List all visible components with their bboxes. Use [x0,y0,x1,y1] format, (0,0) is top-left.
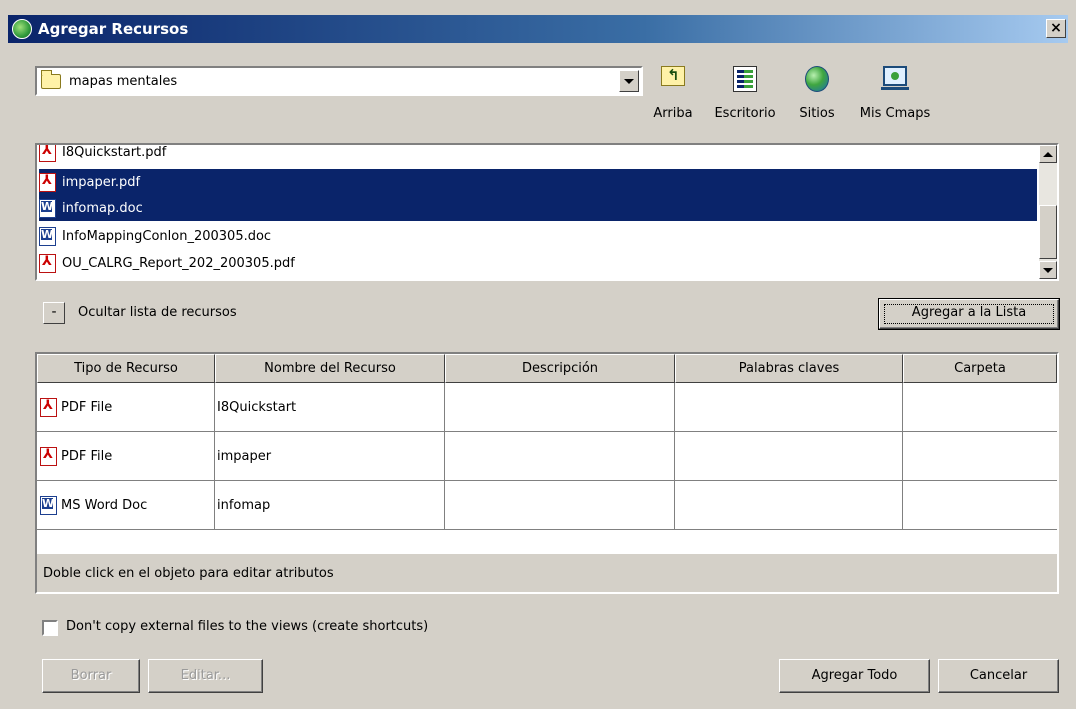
table-row[interactable]: PDF File impaper [37,432,1057,481]
column-header-keywords[interactable]: Palabras claves [675,354,903,383]
column-header-folder[interactable]: Carpeta [903,354,1057,383]
edit-button[interactable]: Editar... [148,659,263,693]
file-name: OU_CALRG_Report_202_200305.pdf [62,255,295,271]
file-name: InfoMappingConlon_200305.doc [62,228,272,244]
folder-up-icon [661,66,685,86]
location-combobox[interactable]: mapas mentales [35,66,643,96]
toolbar-sites-label: Sitios [799,106,835,121]
file-list[interactable]: I8Quickstart.pdf impaper.pdf infomap.doc… [35,143,1059,281]
title-bar[interactable]: Agregar Recursos × [8,15,1068,43]
cell-type: PDF File [37,383,215,432]
scroll-down-button[interactable] [1039,261,1057,279]
file-name: impaper.pdf [62,174,141,190]
create-shortcuts-checkbox[interactable] [42,620,58,636]
toolbar-desktop-button[interactable]: Escritorio [714,66,776,121]
cmap-app-icon [12,19,32,39]
add-to-list-button[interactable]: Agregar a la Lista [878,298,1060,330]
table-row[interactable]: PDF File I8Quickstart [37,383,1057,432]
word-file-icon [39,226,56,246]
toolbar-mycmaps-button[interactable]: Mis Cmaps [860,66,930,121]
toolbar-up-label: Arriba [653,106,693,121]
cell-folder [903,383,1057,432]
window-title: Agregar Recursos [38,20,189,38]
hide-list-toggle[interactable]: - [43,302,65,324]
pdf-file-icon [39,145,56,162]
toolbar-sites-button[interactable]: Sitios [799,66,835,121]
file-item[interactable]: OU_CALRG_Report_202_200305.pdf [39,250,1037,276]
combobox-dropdown-button[interactable] [619,70,639,92]
chevron-down-icon [624,78,634,84]
pdf-file-icon [40,446,57,466]
file-item[interactable]: I8Quickstart.pdf [39,144,1037,165]
resource-type: PDF File [61,448,113,464]
create-shortcuts-label[interactable]: Don't copy external files to the views (… [66,619,428,634]
toolbar-mycmaps-label: Mis Cmaps [859,106,931,121]
add-resources-dialog: Agregar Recursos × mapas mentales Arriba… [0,0,1076,709]
scroll-thumb[interactable] [1039,205,1057,259]
delete-button[interactable]: Borrar [42,659,140,693]
table-header: Tipo de Recurso Nombre del Recurso Descr… [37,354,1057,383]
column-header-description[interactable]: Descripción [445,354,675,383]
file-item[interactable]: infomap.doc [39,195,1037,221]
word-file-icon [39,198,56,218]
file-name: I8Quickstart.pdf [62,144,167,160]
resource-table: Tipo de Recurso Nombre del Recurso Descr… [35,352,1059,594]
word-file-icon [40,495,57,515]
location-value: mapas mentales [69,73,178,89]
table-hint: Doble click en el objeto para editar atr… [37,554,1057,592]
pdf-file-icon [40,397,57,417]
file-item[interactable]: impaper.pdf [39,169,1037,195]
resource-type: PDF File [61,399,113,415]
globe-icon [805,66,829,92]
chevron-down-icon [1043,267,1053,273]
add-all-button[interactable]: Agregar Todo [779,659,930,693]
cell-description [445,432,675,481]
cell-keywords [675,481,903,530]
cell-keywords [675,432,903,481]
desktop-icon [733,66,757,92]
file-name: infomap.doc [62,200,143,216]
cell-type: PDF File [37,432,215,481]
resource-type: MS Word Doc [61,497,148,513]
computer-icon [881,66,909,90]
table-row[interactable]: MS Word Doc infomap [37,481,1057,530]
cell-folder [903,481,1057,530]
cancel-button[interactable]: Cancelar [938,659,1059,693]
hide-list-label: Ocultar lista de recursos [78,305,237,320]
toolbar-up-button[interactable]: Arriba [653,66,693,121]
cell-folder [903,432,1057,481]
cell-type: MS Word Doc [37,481,215,530]
cell-description [445,383,675,432]
cell-keywords [675,383,903,432]
folder-icon [41,69,61,89]
cell-name: I8Quickstart [215,383,445,432]
cell-description [445,481,675,530]
column-header-name[interactable]: Nombre del Recurso [215,354,445,383]
cell-name: infomap [215,481,445,530]
toolbar-desktop-label: Escritorio [714,106,776,121]
file-item[interactable]: InfoMappingConlon_200305.doc [39,223,1037,249]
pdf-file-icon [39,253,56,273]
cell-name: impaper [215,432,445,481]
pdf-file-icon [39,172,56,192]
scroll-up-button[interactable] [1039,145,1057,163]
file-list-scrollbar[interactable] [1039,145,1057,279]
focus-ring [884,304,1054,324]
close-button[interactable]: × [1046,19,1066,38]
chevron-up-icon [1043,151,1053,157]
column-header-type[interactable]: Tipo de Recurso [37,354,215,383]
